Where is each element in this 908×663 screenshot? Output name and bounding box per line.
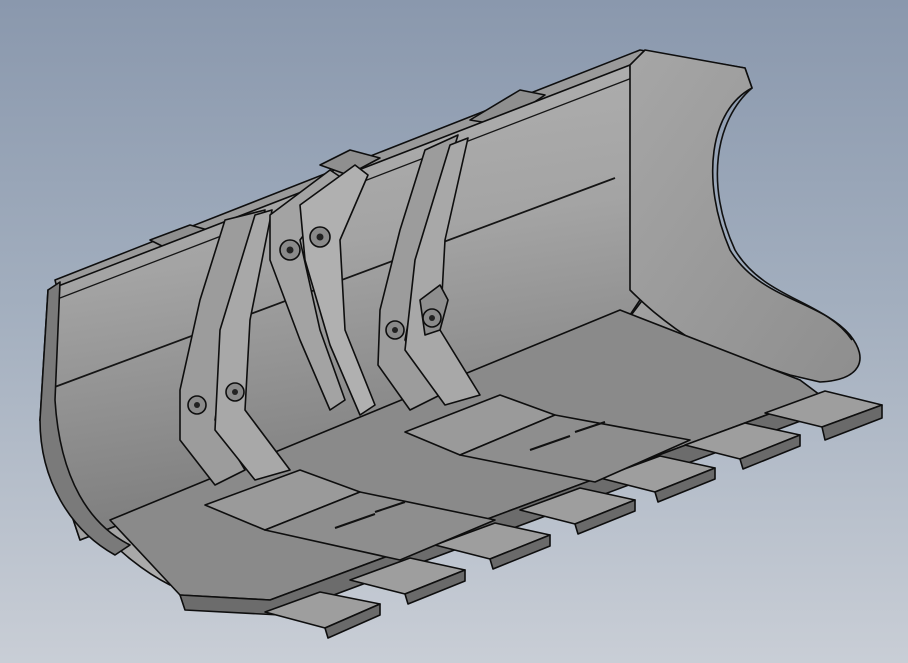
cad-viewport[interactable] (0, 0, 908, 663)
pin-right-1-hole (392, 327, 398, 333)
pin-right-2-hole (429, 315, 435, 321)
pin-left-1-hole (194, 402, 200, 408)
pin-left-2-hole (232, 389, 238, 395)
pin-center-1-hole (286, 246, 294, 254)
bucket-model (39, 49, 883, 639)
pin-center-2-hole (316, 233, 324, 241)
